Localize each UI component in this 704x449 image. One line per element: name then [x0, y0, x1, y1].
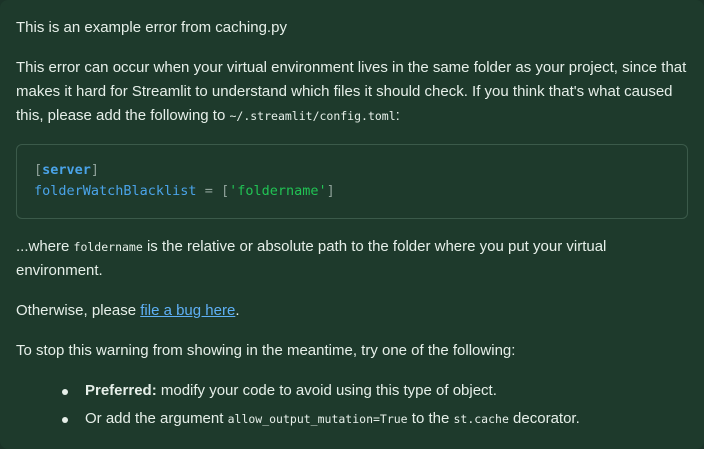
file-bug-link[interactable]: file a bug here [140, 302, 235, 319]
list-item-mutation: Or add the argument allow_output_mutatio… [62, 407, 688, 431]
foldername-code: foldername [73, 240, 143, 254]
code-list-open: [ [220, 183, 230, 199]
code-bracket-close: ] [90, 162, 100, 178]
workaround-intro: To stop this warning from showing in the… [16, 342, 516, 359]
bullet-icon [62, 417, 68, 423]
config-code-block[interactable]: [server] folderWatchBlacklist = ['folder… [16, 144, 688, 219]
code-key: folderWatchBlacklist [34, 183, 197, 199]
mutation-arg-code: allow_output_mutation=True [227, 412, 408, 426]
bug-report-paragraph: Otherwise, please file a bug here. [16, 299, 688, 323]
code-equals: = [196, 183, 221, 199]
mutation-text-mid: to the [407, 410, 454, 427]
preferred-label: Preferred: [85, 382, 157, 399]
workaround-options-list: Preferred: modify your code to avoid usi… [16, 379, 688, 431]
mutation-text-before: Or add the argument [85, 410, 228, 427]
foldername-paragraph: ...where foldername is the relative or a… [16, 235, 688, 283]
code-line-server: [server] [34, 160, 670, 181]
mutation-text-after: decorator. [508, 410, 580, 427]
error-message-card: This is an example error from caching.py… [0, 0, 704, 449]
code-list-close: ] [326, 183, 335, 199]
code-line-blacklist: folderWatchBlacklist = ['foldername'] [34, 181, 670, 202]
code-bracket-open: [ [34, 162, 43, 178]
preferred-text: modify your code to avoid using this typ… [156, 382, 497, 399]
error-title: This is an example error from caching.py [16, 19, 287, 36]
explanation-colon: : [395, 107, 400, 124]
bug-report-period: . [235, 302, 240, 319]
bug-report-text: Otherwise, please [16, 302, 141, 319]
code-section-name: server [42, 162, 91, 178]
foldername-text-before: ...where [16, 238, 74, 255]
explanation-paragraph: This error can occur when your virtual e… [16, 56, 688, 128]
code-string-value: 'foldername' [229, 183, 327, 199]
st-cache-code: st.cache [453, 412, 509, 426]
list-item-preferred: Preferred: modify your code to avoid usi… [62, 379, 688, 403]
config-path-code: ~/.streamlit/config.toml [229, 109, 396, 123]
bullet-icon [62, 389, 68, 395]
